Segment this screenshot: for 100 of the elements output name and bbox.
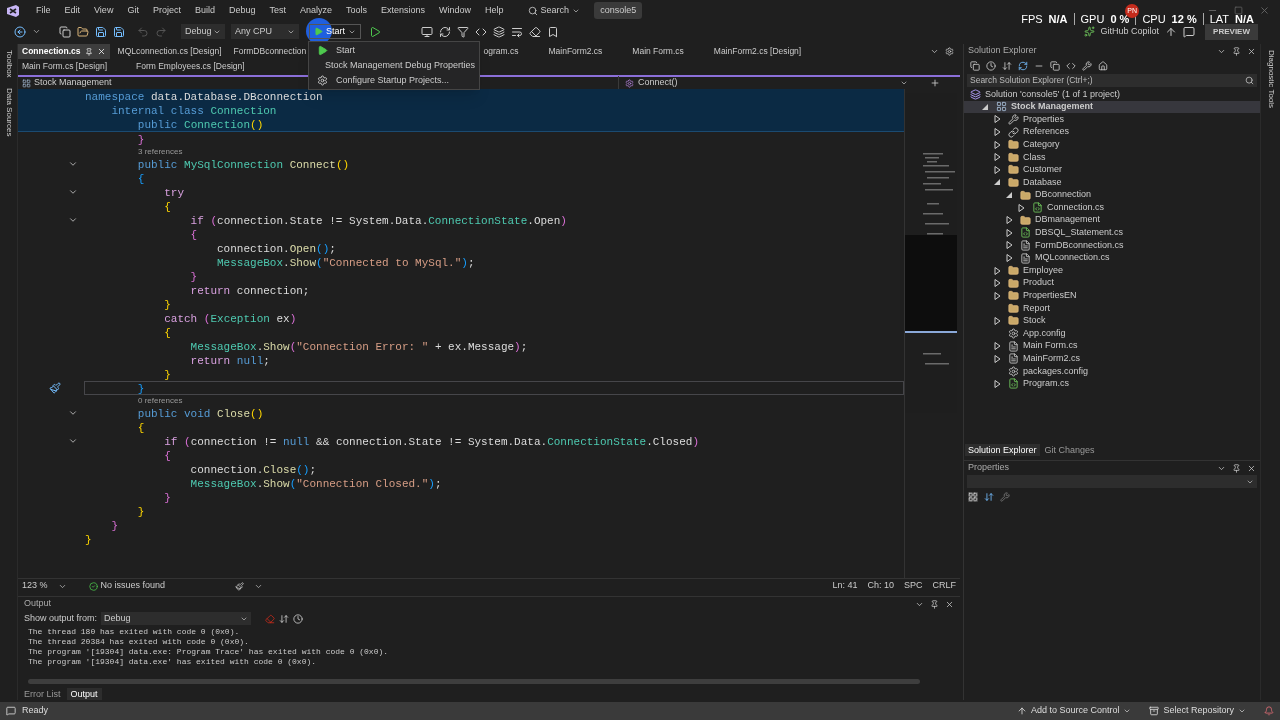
menu-item[interactable]: File [30, 1, 57, 20]
categorized-icon[interactable] [968, 492, 978, 502]
notifications-icon[interactable] [1264, 706, 1274, 716]
project-dropdown[interactable]: Stock Management [34, 76, 112, 90]
collapsed-arrow-icon[interactable] [994, 354, 1001, 363]
tree-item[interactable]: MQLconnection.cs [964, 251, 1260, 265]
wrap-icon[interactable] [511, 25, 523, 38]
references-lens[interactable]: 3 references [138, 145, 183, 158]
fold-chevron-icon[interactable] [68, 215, 78, 225]
tree-item[interactable]: Main Form.cs [964, 339, 1260, 353]
copy-icon[interactable] [1050, 61, 1060, 71]
app-logo-icon[interactable] [6, 3, 20, 18]
pin-icon[interactable] [1232, 46, 1241, 56]
collapsed-arrow-icon[interactable] [994, 317, 1001, 325]
menu-item[interactable]: Window [433, 1, 478, 20]
switch-views-icon[interactable] [970, 61, 980, 71]
refresh-icon[interactable] [1018, 61, 1028, 71]
tree-item[interactable]: Program.cs [964, 377, 1260, 391]
panel-tab[interactable]: Error List [20, 687, 65, 700]
side-tab[interactable]: Diagnostic Tools [1264, 50, 1277, 109]
document-tab[interactable]: Form Employees.cs [Design] [132, 59, 249, 74]
search-button[interactable]: Search [519, 1, 589, 20]
tree-item[interactable]: Connection.cs [964, 201, 1260, 214]
expanded-arrow-icon[interactable] [994, 178, 1001, 187]
menu-item[interactable]: Tools [340, 1, 374, 20]
document-tab[interactable]: MQLconnection.cs [Design] [113, 44, 226, 59]
tree-item[interactable]: Employee [964, 264, 1260, 277]
save-all-icon[interactable] [113, 25, 125, 38]
back-icon[interactable] [14, 25, 26, 38]
panel-tab[interactable]: Output [66, 687, 102, 700]
references-lens[interactable]: 0 references [138, 394, 183, 407]
document-tab[interactable]: Main Form.cs [Design] [18, 59, 128, 74]
line-endings[interactable]: CRLF [932, 579, 956, 593]
tree-item[interactable]: FormDBconnection.cs [964, 239, 1260, 252]
close-icon[interactable] [945, 599, 954, 609]
code-icon[interactable] [1066, 61, 1076, 71]
copilot-button[interactable]: GitHub Copilot [1100, 24, 1160, 39]
share-icon[interactable] [1165, 25, 1178, 38]
settings-icon[interactable] [945, 47, 954, 56]
panel-tab[interactable]: Solution Explorer [965, 443, 1040, 456]
menu-item[interactable]: Analyze [294, 1, 338, 20]
pin-icon[interactable] [84, 47, 93, 56]
wrap-toggle-icon[interactable] [279, 613, 290, 624]
wrench-icon[interactable] [1082, 61, 1092, 71]
open-folder-icon[interactable] [77, 25, 89, 38]
collapsed-arrow-icon[interactable] [994, 140, 1001, 149]
tree-item[interactable]: Solution 'console5' (1 of 1 project) [964, 88, 1260, 101]
member-dropdown[interactable]: Connect() [638, 76, 678, 90]
collapsed-arrow-icon[interactable] [994, 342, 1001, 351]
menu-item[interactable]: Edit [58, 1, 87, 20]
split-icon[interactable] [930, 78, 940, 88]
fold-chevron-icon[interactable] [68, 436, 78, 446]
close-icon[interactable] [1247, 463, 1256, 473]
document-tab[interactable]: ogram.cs [479, 44, 523, 59]
whitespace-mode[interactable]: SPC [903, 579, 923, 593]
fold-chevron-icon[interactable] [68, 408, 78, 418]
side-tab[interactable]: Data Sources [2, 87, 15, 137]
cursor-line[interactable]: Ln: 41 [832, 579, 858, 593]
tree-item[interactable]: Database [964, 176, 1260, 189]
caret-icon[interactable] [32, 27, 41, 36]
collapsed-arrow-icon[interactable] [994, 153, 1001, 162]
feedback-icon[interactable] [1183, 25, 1196, 38]
tree-item[interactable]: DBmanagement [964, 213, 1260, 227]
collapsed-arrow-icon[interactable] [1006, 228, 1013, 237]
eraser-icon[interactable] [529, 25, 541, 38]
caret-icon[interactable] [900, 79, 908, 87]
collapsed-arrow-icon[interactable] [1006, 254, 1013, 262]
collapsed-arrow-icon[interactable] [994, 128, 1001, 137]
fold-chevron-icon[interactable] [68, 159, 78, 169]
sync-icon[interactable] [1002, 61, 1012, 71]
tree-item[interactable]: Category [964, 138, 1260, 151]
menu-item[interactable]: Build [188, 1, 221, 20]
save-icon[interactable] [95, 25, 107, 38]
menu-item[interactable]: View [88, 1, 120, 20]
tree-item[interactable]: Report [964, 302, 1260, 315]
tree-item[interactable]: Class [964, 150, 1260, 164]
tree-item[interactable]: Product [964, 276, 1260, 290]
copilot-icon[interactable] [1083, 26, 1095, 37]
source-control-button[interactable]: Add to Source Control [1030, 704, 1120, 718]
tree-item[interactable]: PropertiesEN [964, 289, 1260, 303]
issues-status[interactable]: No issues found [100, 579, 166, 593]
fold-chevron-icon[interactable] [68, 187, 78, 197]
home-icon[interactable] [1098, 61, 1108, 71]
menu-item[interactable]: Help [479, 1, 510, 20]
menu-item[interactable]: Start [309, 43, 479, 58]
tree-item[interactable]: Customer [964, 163, 1260, 177]
zoom-level[interactable]: 123 % [22, 579, 48, 593]
tree-item[interactable]: packages.config [964, 365, 1260, 378]
document-tab[interactable]: Main Form.cs [628, 44, 688, 59]
refresh-icon[interactable] [439, 25, 451, 38]
tree-item[interactable]: DBconnection [964, 188, 1260, 202]
bookmark-icon[interactable] [547, 25, 559, 38]
play-outline-icon[interactable] [369, 25, 381, 38]
message-icon[interactable] [6, 706, 16, 716]
sort-icon[interactable] [984, 492, 994, 502]
expanded-arrow-icon[interactable] [1006, 191, 1013, 200]
repository-button[interactable]: Select Repository [1163, 704, 1234, 718]
collapsed-arrow-icon[interactable] [1018, 203, 1025, 212]
menu-item[interactable]: Configure Startup Projects... [309, 73, 479, 88]
document-tab[interactable]: MainForm2.cs [Design] [709, 44, 806, 59]
